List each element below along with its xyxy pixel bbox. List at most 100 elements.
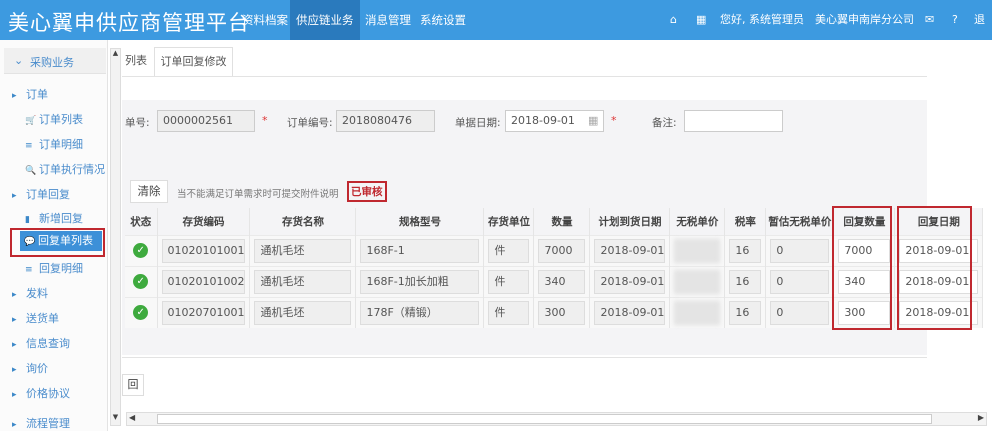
sidebar-item[interactable]: ▸ 送货单 [12,310,59,326]
sidebar-item-label: 信息查询 [26,337,70,350]
nav-supply-chain[interactable]: 供应链业务 [290,0,360,40]
scroll-left-icon[interactable]: ◀ [129,413,135,422]
no-field[interactable]: 0000002561 [157,110,255,132]
cell-field: 01020101001 [161,238,246,263]
calendar-icon[interactable]: ▦ [588,114,598,127]
cart-icon: 🛒 [25,116,37,126]
sidebar-item[interactable]: ▸ 发料 [12,285,48,301]
sidebar-item-label: 订单回复 [26,188,70,201]
user-greeting[interactable]: 您好, 系统管理员 [720,0,804,40]
sidebar-item[interactable]: 🛒 订单列表 [25,111,83,127]
sidebar-section-header[interactable]: ⌄ 采购业务 [4,48,106,74]
cell-field: 16 [729,269,762,294]
sidebar-scrollbar[interactable]: ▲ ▼ [110,48,121,426]
remark-field[interactable] [684,110,783,132]
column-header: 存货编码 [157,208,251,235]
caret-right-icon: ▸ [12,290,17,300]
divider [122,357,927,358]
nav-settings[interactable]: 系统设置 [414,0,472,40]
sidebar-item[interactable]: ▮ 新增回复 [25,210,83,226]
sidebar-item[interactable]: ▸ 订单 [12,86,48,102]
caret-right-icon: ▸ [12,340,17,350]
order-no-field[interactable]: 2018080476 [336,110,435,132]
scroll-up-icon[interactable]: ▲ [111,49,120,61]
cell-field [674,269,721,294]
column-header: 存货名称 [249,208,357,235]
cell-field: 16 [729,300,762,325]
tab-order-reply-edit[interactable]: 订单回复修改 [154,47,233,77]
sidebar-item-label: 订单明细 [39,138,83,151]
logout-link[interactable]: 退出 [974,0,992,66]
remark-label: 备注: [652,117,677,129]
check-circle-icon: ✓ [133,305,149,321]
check-circle-icon: ✓ [133,274,149,289]
sidebar-item[interactable]: ▸ 信息查询 [12,335,70,351]
order-no-label: 订单编号: [287,117,333,129]
tab-list[interactable]: 列表 [125,47,147,77]
sidebar-item[interactable]: 🔍 订单执行情况 [25,161,105,177]
sidebar-item-label: 新增回复 [39,212,83,225]
sidebar-item[interactable]: ▸ 价格协议 [12,385,70,401]
home-icon[interactable]: ⌂ [670,0,677,40]
cell-field [674,300,721,325]
sidebar-item-label: 订单列表 [39,113,83,126]
column-header: 暂估无税单价 [765,208,835,235]
cell-field: 件 [488,300,530,325]
highlight-box [10,228,105,257]
sidebar-item-label: 订单 [26,88,48,101]
cell-field: 通机毛坯 [254,269,352,294]
sidebar-item[interactable]: ▸ 询价 [12,360,48,376]
company-name[interactable]: 美心翼申南岸分公司 [815,0,914,40]
column-header: 存货单位 [483,208,535,235]
column-header: 计划到货日期 [589,208,671,235]
required-mark: * [611,114,617,127]
sidebar-item[interactable]: ▸ 流程管理 [12,415,70,431]
check-circle-icon: ✓ [133,243,149,258]
tab-divider [122,76,927,77]
back-button[interactable]: 回 [122,374,144,396]
caret-right-icon: ▸ [12,315,17,325]
list-icon: ≡ [25,141,33,151]
column-header: 无税单价 [669,208,726,235]
section-label: 采购业务 [30,56,74,69]
cell-field: 2018-09-01 [594,238,666,263]
required-mark: * [262,114,268,127]
horizontal-scrollbar[interactable]: ◀ ▶ [126,412,987,426]
no-label: 单号: [125,117,150,129]
sidebar-item-label: 询价 [26,362,48,375]
date-label: 单据日期: [455,117,501,129]
column-header: 状态 [125,208,158,235]
sidebar-item[interactable]: ≡ 订单明细 [25,136,83,152]
cell-field: 340 [538,269,586,294]
clear-button[interactable]: 清除 [130,180,168,203]
nav-archive[interactable]: 资料档案 [236,0,294,40]
cell-field: 178F（精锻） [360,300,480,325]
cell-field: 168F-1加长加粗 [360,269,480,294]
status-badge: 已审核 [347,181,387,202]
scroll-down-icon[interactable]: ▼ [111,413,120,425]
mail-icon[interactable]: ✉ [925,0,934,40]
list-icon: ≡ [25,265,33,275]
scroll-right-icon[interactable]: ▶ [978,413,984,422]
column-header: 规格型号 [355,208,485,235]
app-title: 美心翼申供应商管理平台 [8,11,250,35]
cell-field: 0 [770,269,830,294]
cell-field [674,238,721,263]
column-header: 税率 [724,208,767,235]
chevron-down-icon: ⌄ [14,54,24,67]
sidebar-item-label: 价格协议 [26,387,70,400]
cell-field: 168F-1 [360,238,480,263]
caret-right-icon: ▸ [12,91,17,101]
nav-messages[interactable]: 消息管理 [359,0,417,40]
file-icon: ▮ [25,215,30,225]
cell-field: 通机毛坯 [254,238,352,263]
sidebar-item[interactable]: ≡ 回复明细 [25,260,83,276]
cell-field: 2018-09-01 [594,300,666,325]
top-header: 美心翼申供应商管理平台 资料档案 供应链业务 消息管理 系统设置 ⌂ ▦ 您好,… [0,0,992,66]
cell-field: 01020101002 [161,269,246,294]
help-icon[interactable]: ? [952,0,958,40]
sidebar-item[interactable]: ▸ 订单回复 [12,186,70,202]
grid-icon[interactable]: ▦ [696,0,706,40]
scroll-thumb[interactable] [157,414,932,424]
caret-right-icon: ▸ [12,420,17,430]
